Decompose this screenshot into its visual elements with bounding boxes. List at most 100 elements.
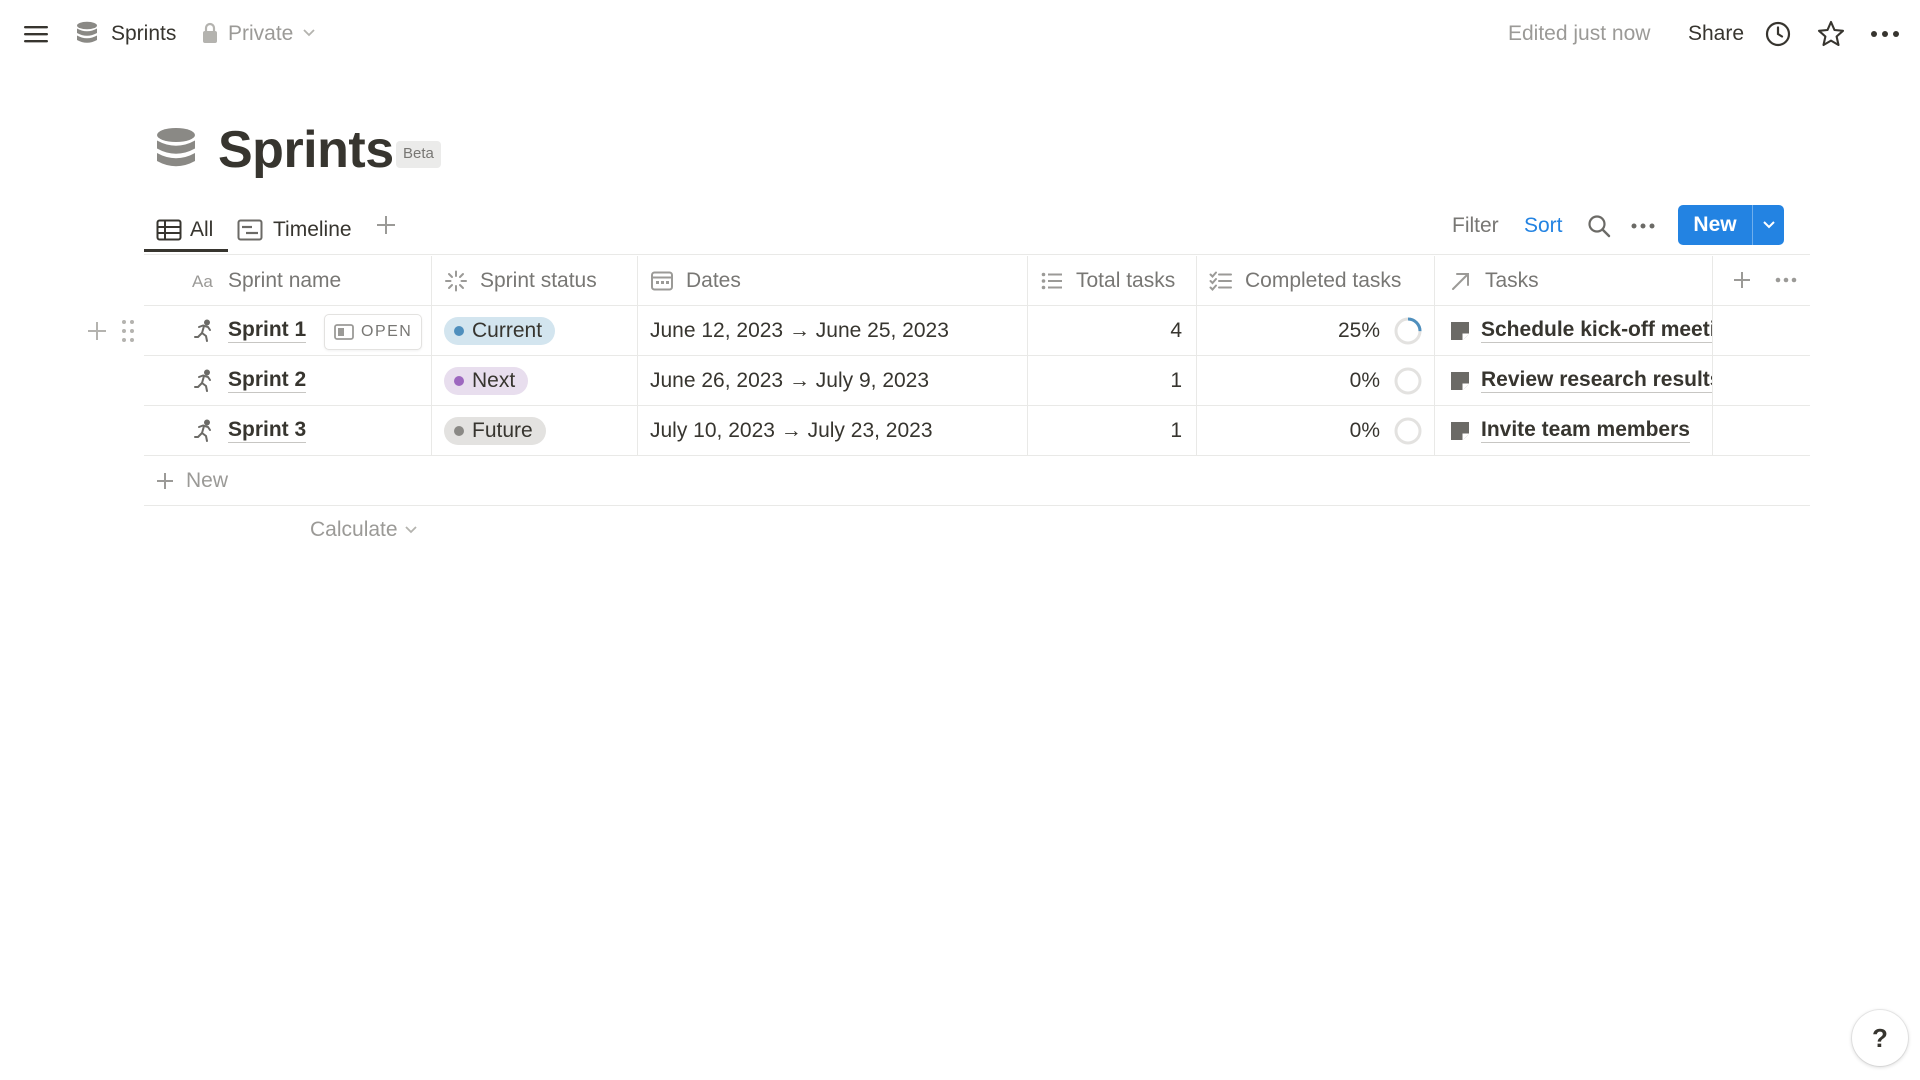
tasks-cell[interactable]: Review research results	[1435, 356, 1713, 405]
help-button[interactable]: ?	[1852, 1010, 1908, 1066]
sprint-name[interactable]: Sprint 1	[228, 318, 307, 343]
table-icon	[156, 219, 182, 241]
completed-percent: 0%	[1349, 368, 1380, 392]
task-link[interactable]: Invite team members	[1481, 418, 1690, 443]
progress-ring	[1394, 317, 1422, 344]
column-header-sprint-name[interactable]: Aa Sprint name	[144, 256, 432, 305]
filter-button[interactable]: Filter	[1452, 210, 1499, 242]
tab-all-label: All	[190, 218, 214, 241]
tab-timeline-label: Timeline	[273, 218, 352, 241]
sort-button[interactable]: Sort	[1524, 210, 1563, 242]
column-label: Total tasks	[1076, 268, 1176, 292]
share-button[interactable]: Share	[1688, 20, 1744, 48]
column-header-completed-tasks[interactable]: Completed tasks	[1197, 256, 1435, 305]
sprint-name-cell[interactable]: Sprint 3	[144, 406, 432, 455]
runner-icon	[194, 319, 211, 342]
more-icon[interactable]	[1630, 218, 1656, 234]
new-options-button[interactable]	[1753, 205, 1784, 245]
add-row-button[interactable]: New	[144, 456, 1810, 506]
dates-cell[interactable]: July 10, 2023 → July 23, 2023	[638, 406, 1028, 455]
status-badge: Next	[444, 366, 529, 395]
open-label: OPEN	[361, 323, 413, 340]
status-badge: Future	[444, 416, 546, 445]
row-empty-cell	[1713, 356, 1810, 405]
add-row-icon[interactable]	[86, 320, 108, 342]
completed-percent: 0%	[1349, 418, 1380, 442]
star-icon[interactable]	[1816, 19, 1846, 49]
database-icon	[157, 128, 195, 167]
page-title[interactable]: Sprints	[218, 118, 394, 182]
new-button-group: New	[1678, 205, 1784, 245]
drag-handle-icon[interactable]	[120, 318, 136, 344]
menu-icon[interactable]	[22, 20, 50, 48]
status-icon	[445, 270, 467, 291]
sprint-status-cell[interactable]: Next	[432, 356, 638, 405]
more-icon[interactable]	[1870, 24, 1900, 44]
column-label: Sprint name	[228, 268, 342, 292]
search-icon[interactable]	[1586, 213, 1612, 239]
table-row[interactable]: Sprint 3 Future July 10, 2023 → July 23,…	[144, 406, 1810, 456]
clock-icon[interactable]	[1764, 20, 1792, 48]
status-badge: Current	[444, 316, 556, 345]
page-icon	[1451, 371, 1469, 390]
tasks-cell[interactable]: Schedule kick-off meeting	[1435, 306, 1713, 355]
relation-arrow-icon	[1452, 272, 1469, 290]
sprint-name-cell[interactable]: Sprint 1 OPEN	[144, 306, 432, 355]
sprint-status-cell[interactable]: Current	[432, 306, 638, 355]
dates-cell[interactable]: June 12, 2023 → June 25, 2023	[638, 306, 1028, 355]
completed-percent: 25%	[1337, 318, 1380, 342]
table-row[interactable]: Sprint 1 OPEN Current June 12, 2023 → Ju…	[144, 306, 1810, 356]
add-view-icon[interactable]	[375, 214, 397, 236]
beta-badge: Beta	[396, 141, 441, 168]
privacy-label[interactable]: Private	[228, 20, 293, 48]
more-icon[interactable]	[1774, 273, 1798, 287]
add-property-icon[interactable]	[1732, 270, 1752, 290]
column-label: Completed tasks	[1245, 268, 1402, 292]
runner-icon	[194, 369, 211, 392]
checklist-icon	[1209, 271, 1232, 291]
breadcrumb-title[interactable]: Sprints	[111, 20, 176, 48]
status-label: Future	[472, 418, 533, 442]
sprint-status-cell[interactable]: Future	[432, 406, 638, 455]
column-header-dates[interactable]: Dates	[638, 256, 1028, 305]
sprints-table: Aa Sprint name Sprint status Dates Total…	[144, 256, 1810, 506]
column-header-sprint-status[interactable]: Sprint status	[432, 256, 638, 305]
open-page-button[interactable]: OPEN	[324, 314, 423, 350]
status-dot	[454, 375, 464, 386]
date-range: June 26, 2023 → July 9, 2023	[650, 368, 930, 392]
timeline-icon	[237, 219, 263, 241]
completed-tasks-cell[interactable]: 0%	[1197, 356, 1435, 405]
table-row[interactable]: Sprint 2 Next June 26, 2023 → July 9, 20…	[144, 356, 1810, 406]
calculate-button[interactable]: Calculate	[310, 515, 418, 545]
list-icon	[1041, 272, 1062, 289]
column-label: Sprint status	[480, 268, 597, 292]
column-header-tasks[interactable]: Tasks	[1435, 256, 1713, 305]
tab-timeline[interactable]: Timeline	[237, 208, 352, 252]
chevron-down-icon	[404, 526, 417, 534]
total-tasks-cell[interactable]: 1	[1028, 356, 1197, 405]
total-tasks-cell[interactable]: 4	[1028, 306, 1197, 355]
dates-cell[interactable]: June 26, 2023 → July 9, 2023	[638, 356, 1028, 405]
status-dot	[454, 425, 464, 436]
task-link[interactable]: Review research results	[1481, 368, 1712, 393]
sprint-name-cell[interactable]: Sprint 2	[144, 356, 432, 405]
column-header-total-tasks[interactable]: Total tasks	[1028, 256, 1197, 305]
date-range: July 10, 2023 → July 23, 2023	[650, 418, 933, 442]
calculate-label: Calculate	[310, 518, 398, 541]
sprint-name[interactable]: Sprint 3	[228, 418, 307, 443]
text-type-icon: Aa	[192, 272, 213, 291]
completed-tasks-cell[interactable]: 25%	[1197, 306, 1435, 355]
chevron-down-icon[interactable]	[302, 28, 316, 38]
task-link[interactable]: Schedule kick-off meeting	[1481, 318, 1712, 343]
completed-tasks-cell[interactable]: 0%	[1197, 406, 1435, 455]
runner-icon	[194, 419, 211, 442]
side-peek-icon	[334, 324, 354, 340]
total-tasks-cell[interactable]: 1	[1028, 406, 1197, 455]
tab-all[interactable]: All	[144, 208, 228, 252]
sprint-name[interactable]: Sprint 2	[228, 368, 307, 393]
plus-icon	[157, 472, 173, 489]
database-icon	[77, 21, 97, 43]
tasks-cell[interactable]: Invite team members	[1435, 406, 1713, 455]
new-button[interactable]: New	[1678, 205, 1752, 245]
edited-status: Edited just now	[1508, 22, 1651, 45]
